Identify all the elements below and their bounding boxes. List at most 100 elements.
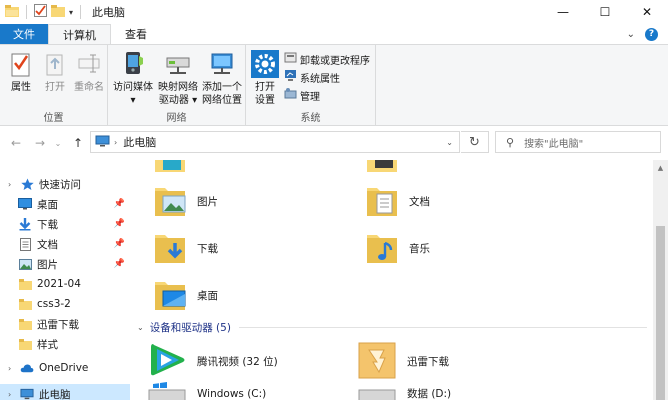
add-network-location-button[interactable]: 添加一个 网络位置 (200, 49, 244, 107)
breadcrumb-this-pc[interactable]: 此电脑 (123, 134, 156, 150)
maximize-button[interactable]: ☐ (584, 0, 626, 24)
drive-windows-c[interactable]: Windows (C:) (147, 382, 266, 400)
add-network-location-label-2: 网络位置 (202, 95, 242, 106)
add-network-location-label: 添加一个 (202, 82, 242, 93)
collapse-chevron-icon[interactable]: ⌄ (137, 323, 144, 332)
expand-chevron-icon[interactable]: › (8, 180, 20, 189)
this-pc-small-icon (95, 135, 110, 150)
manage-button[interactable]: 管理 (284, 87, 320, 103)
expand-chevron-icon[interactable]: › (8, 390, 20, 399)
vertical-scrollbar[interactable]: ▲ (653, 160, 668, 400)
nav-item-onedrive[interactable]: › OneDrive (0, 358, 130, 378)
title-bar: ▾ 此电脑 — ☐ ✕ (0, 0, 668, 24)
back-arrow-icon[interactable]: ← (6, 133, 26, 153)
open-label: 打开 (45, 82, 65, 93)
desktop-icon (18, 197, 32, 211)
navigation-bar: ← → ⌄ ↑ › 此电脑 ⌄ ↻ ⚲ 搜索"此电脑" (0, 126, 668, 160)
section-divider (238, 326, 647, 328)
folder-label: 音乐 (409, 243, 430, 255)
xunlei-folder-icon (357, 340, 397, 383)
uninstall-label: 卸载或更改程序 (300, 55, 370, 67)
device-tencent-video[interactable]: 腾讯视频 (32 位) (147, 340, 278, 383)
up-arrow-icon[interactable]: ↑ (68, 133, 88, 153)
search-box[interactable]: ⚲ 搜索"此电脑" (495, 131, 661, 153)
properties-icon (7, 49, 35, 79)
map-network-drive-button[interactable]: 映射网络 驱动器 ▾ (156, 49, 200, 107)
open-icon (41, 49, 69, 79)
recent-locations-chevron-icon[interactable]: ⌄ (52, 133, 64, 153)
scroll-up-arrow-icon[interactable]: ▲ (653, 160, 668, 175)
nav-item-label: 图片 (37, 258, 58, 271)
nav-item-this-pc[interactable]: › 此电脑 (0, 384, 130, 400)
scrollbar-thumb[interactable] (656, 226, 665, 400)
tab-computer[interactable]: 计算机 (48, 24, 111, 44)
new-folder-icon[interactable] (51, 4, 65, 20)
nav-item-folder-xunlei[interactable]: 迅雷下载 (0, 314, 130, 334)
tab-file[interactable]: 文件 (0, 24, 48, 44)
folder-music[interactable]: 音乐 (365, 229, 430, 268)
tab-view[interactable]: 查看 (111, 24, 161, 44)
quick-access-toolbar: ▾ (0, 0, 84, 24)
folder-documents[interactable]: 文档 (365, 182, 430, 221)
access-media-button[interactable]: 访问媒体 ▾ (112, 49, 154, 107)
folder-pictures[interactable]: 图片 (153, 182, 218, 221)
nav-item-downloads[interactable]: 下载 📌 (0, 214, 130, 234)
folder-desktop[interactable]: 桌面 (153, 276, 218, 315)
forward-arrow-icon[interactable]: → (30, 133, 50, 153)
nav-item-documents[interactable]: 文档 📌 (0, 234, 130, 254)
navigation-pane: › 快速访问 桌面 📌 下载 📌 文档 📌 图片 📌 2021-04 css3-… (0, 160, 130, 400)
address-bar[interactable]: › 此电脑 ⌄ (90, 131, 460, 153)
ribbon-group-label-network: 网络 (166, 113, 187, 124)
data-drive-icon (357, 382, 397, 400)
open-button[interactable]: 打开 (40, 49, 70, 94)
nav-item-desktop[interactable]: 桌面 📌 (0, 194, 130, 214)
properties-button[interactable]: 属性 (6, 49, 36, 94)
open-settings-button[interactable]: 打开 设置 (250, 49, 280, 107)
folder-downloads[interactable]: 下载 (153, 229, 218, 268)
uninstall-program-button[interactable]: 卸载或更改程序 (284, 51, 370, 67)
device-label: 腾讯视频 (32 位) (197, 356, 278, 368)
help-icon[interactable]: ? (645, 27, 658, 41)
properties-check-icon[interactable] (34, 4, 47, 20)
folder-icon (18, 337, 32, 351)
partial-folder-music-video[interactable] (365, 160, 399, 174)
expand-chevron-icon[interactable]: › (8, 364, 20, 373)
address-dropdown-chevron-icon[interactable]: ⌄ (446, 138, 453, 147)
close-button[interactable]: ✕ (626, 0, 668, 24)
system-properties-label: 系统属性 (300, 73, 340, 85)
ribbon-group-label-location: 位置 (43, 113, 64, 124)
map-network-drive-label: 映射网络 (158, 82, 198, 93)
folder-icon (18, 317, 32, 331)
devices-and-drives-header[interactable]: ⌄ 设备和驱动器 (5) (137, 318, 647, 336)
pin-icon[interactable]: 📌 (114, 219, 125, 229)
rename-button[interactable]: 重命名 (72, 49, 106, 94)
nav-item-pictures[interactable]: 图片 📌 (0, 254, 130, 274)
ribbon-group-system: 打开 设置 卸载或更改程序 系统属性 管理 系统 (246, 45, 376, 127)
drive-data-d[interactable]: 数据 (D:) (357, 382, 451, 400)
system-properties-button[interactable]: 系统属性 (284, 69, 340, 85)
music-folder-icon (365, 229, 399, 268)
nav-item-folder-css3-2[interactable]: css3-2 (0, 294, 130, 314)
folder-label: 桌面 (197, 290, 218, 302)
device-label: 数据 (D:) (407, 388, 452, 400)
pin-icon[interactable]: 📌 (114, 259, 125, 269)
properties-label: 属性 (11, 82, 31, 93)
refresh-icon[interactable]: ↻ (461, 131, 489, 153)
expand-ribbon-chevron-icon[interactable]: ⌄ (627, 29, 635, 40)
search-placeholder: 搜索"此电脑" (524, 138, 584, 150)
partial-folder-videos[interactable] (153, 160, 187, 174)
folder-icon (18, 277, 32, 291)
breadcrumb-chevron-icon[interactable]: › (114, 138, 117, 147)
nav-item-folder-style[interactable]: 样式 (0, 334, 130, 354)
nav-item-folder-2021-04[interactable]: 2021-04 (0, 274, 130, 294)
pin-icon[interactable]: 📌 (114, 239, 125, 249)
network-location-icon (208, 49, 236, 79)
nav-item-quick-access[interactable]: › 快速访问 (0, 174, 130, 194)
customize-toolbar-chevron-icon[interactable]: ▾ (69, 8, 73, 17)
pin-icon[interactable]: 📌 (114, 199, 125, 209)
system-properties-icon (284, 69, 297, 85)
device-xunlei-download[interactable]: 迅雷下载 (357, 340, 449, 383)
ribbon-tabs: 文件 计算机 查看 ⌄ ? (0, 24, 668, 44)
uninstall-icon (284, 51, 297, 67)
minimize-button[interactable]: — (542, 0, 584, 24)
